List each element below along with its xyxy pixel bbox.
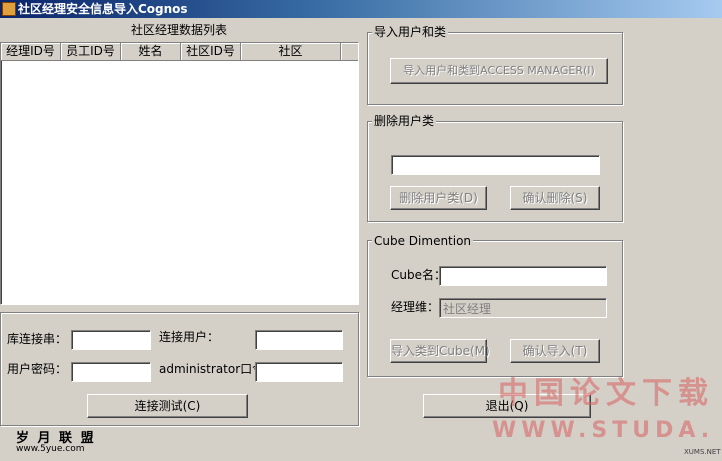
watermark-small-right: XUMS.NET — [684, 448, 721, 456]
delete-class-input[interactable] — [391, 155, 600, 175]
admin-pwd-input[interactable] — [255, 362, 343, 382]
list-title: 社区经理数据列表 — [130, 23, 227, 37]
column-header-filler — [341, 43, 358, 61]
data-list[interactable]: 经理ID号 员工ID号 姓名 社区ID号 社区 — [0, 42, 359, 305]
user-pwd-label: 用户密码： — [7, 362, 68, 376]
column-header-community-id[interactable]: 社区ID号 — [181, 43, 241, 61]
delete-class-button[interactable]: 删除用户类(D) — [390, 186, 487, 210]
watermark-url-right: WWW.STUDA. — [492, 418, 715, 443]
cube-group-label: Cube Dimention — [372, 234, 474, 248]
db-conn-input[interactable] — [71, 330, 151, 350]
watermark-url-left: www.5yue.com — [16, 444, 85, 454]
app-icon — [2, 2, 16, 16]
manager-dim-label: 经理维： — [391, 300, 440, 314]
cube-name-input[interactable] — [439, 266, 607, 286]
conn-user-label: 连接用户： — [159, 330, 220, 344]
cube-name-label: Cube名： — [391, 268, 446, 282]
manager-dim-input[interactable] — [439, 298, 607, 318]
column-header-employee-id[interactable]: 员工ID号 — [61, 43, 121, 61]
title-bar[interactable]: 社区经理安全信息导入Cognos — [0, 0, 722, 18]
watermark-logo-right: 中国论文下载 — [498, 376, 714, 411]
confirm-import-button[interactable]: 确认导入(T) — [510, 339, 600, 363]
delete-group-label: 删除用户类 — [372, 114, 437, 128]
column-header-community[interactable]: 社区 — [241, 43, 341, 61]
user-pwd-input[interactable] — [71, 362, 151, 382]
db-conn-label: 库连接串： — [7, 332, 68, 346]
column-header-name[interactable]: 姓名 — [121, 43, 181, 61]
column-header-manager-id[interactable]: 经理ID号 — [1, 43, 61, 61]
window-title: 社区经理安全信息导入Cognos — [18, 2, 188, 16]
import-group-label: 导入用户和类 — [372, 25, 449, 39]
import-to-cube-button[interactable]: 导入类到Cube(M) — [390, 339, 490, 363]
import-users-button[interactable]: 导入用户和类到ACCESS MANAGER(I) — [390, 58, 608, 84]
list-header: 经理ID号 员工ID号 姓名 社区ID号 社区 — [1, 43, 358, 61]
confirm-delete-button[interactable]: 确认删除(S) — [510, 186, 600, 210]
conn-user-input[interactable] — [255, 330, 343, 350]
connection-test-button[interactable]: 连接测试(C) — [87, 394, 248, 418]
